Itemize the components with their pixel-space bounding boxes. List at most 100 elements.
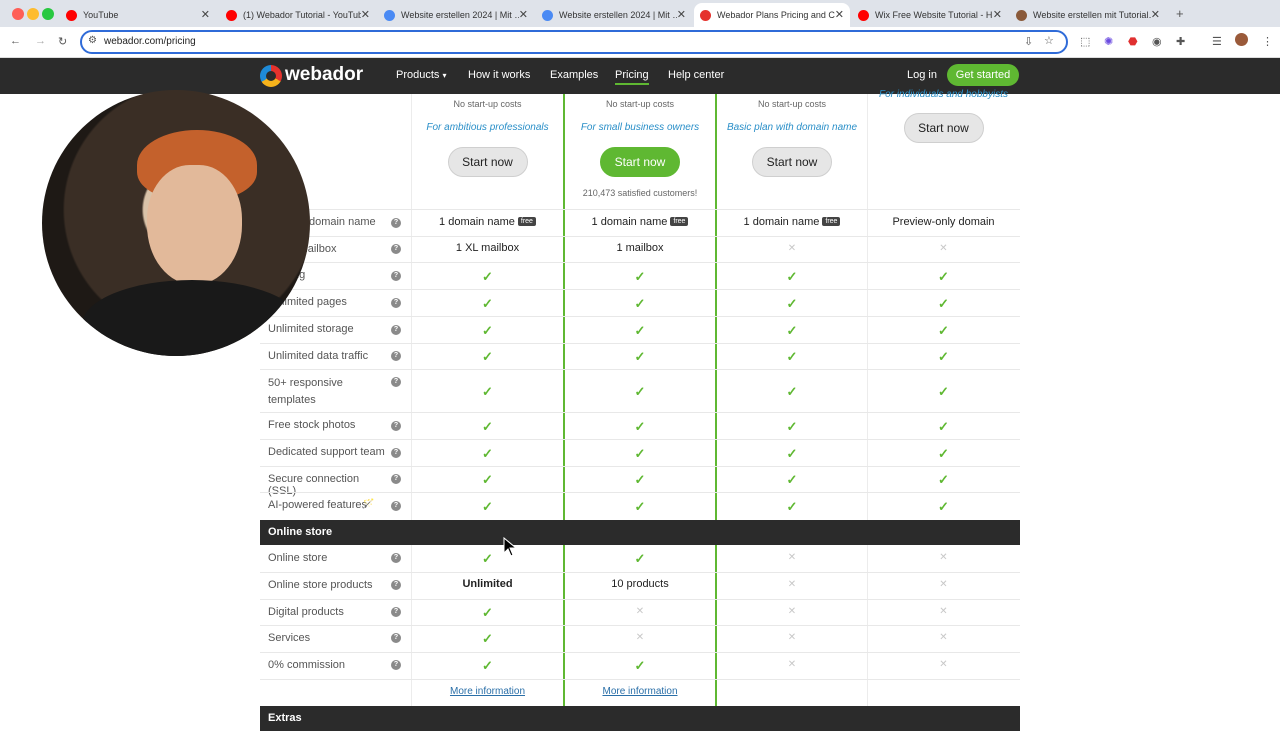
- cross-icon: ✕: [635, 632, 645, 643]
- browser-tab[interactable]: Website erstellen 2024 | Mit … ✕: [536, 3, 692, 27]
- feature-cell: ✕: [868, 658, 1019, 670]
- help-icon[interactable]: ?: [391, 660, 401, 670]
- feature-cell: ✕: [565, 631, 715, 643]
- close-tab-icon[interactable]: ✕: [677, 8, 686, 21]
- row-divider: [260, 236, 1020, 237]
- check-icon: ✓: [786, 268, 798, 284]
- help-icon[interactable]: ?: [391, 500, 401, 511]
- feature-cell: ✓: [565, 446, 715, 462]
- maximize-window-button[interactable]: [42, 8, 54, 20]
- check-icon: ✓: [482, 631, 493, 646]
- cross-icon: ✕: [635, 606, 645, 617]
- feature-cell: 1 XL mailbox: [412, 242, 563, 254]
- help-icon[interactable]: ?: [391, 420, 401, 431]
- install-icon[interactable]: ⇩: [1024, 35, 1033, 48]
- check-icon: ✓: [938, 498, 949, 514]
- address-bar[interactable]: ⚙ webador.com/pricing ⇩ ☆: [80, 30, 1068, 54]
- screenshot-icon[interactable]: ⬚: [1080, 35, 1090, 48]
- extras-section-header: Extras: [260, 706, 1020, 731]
- new-tab-button[interactable]: +: [1176, 6, 1184, 21]
- close-tab-icon[interactable]: ✕: [201, 8, 210, 21]
- nav-how-it-works[interactable]: How it works: [468, 69, 530, 81]
- row-divider: [260, 262, 1020, 263]
- plan-tagline: Basic plan with domain name: [726, 122, 858, 133]
- nav-examples[interactable]: Examples: [550, 69, 598, 81]
- extensions-puzzle-icon[interactable]: ✚: [1176, 35, 1185, 48]
- feature-cell: ✕: [717, 658, 867, 670]
- avatar[interactable]: [1235, 33, 1248, 46]
- feature-cell: ✕: [717, 551, 867, 563]
- more-information-link[interactable]: More information: [412, 686, 563, 697]
- browser-tab[interactable]: Website erstellen 2024 | Mit … ✕: [378, 3, 534, 27]
- minimize-window-button[interactable]: [27, 8, 39, 20]
- row-divider: [260, 466, 1020, 467]
- check-icon: ✓: [634, 498, 646, 514]
- extension-icon[interactable]: ◉: [1152, 35, 1162, 48]
- check-icon: ✓: [634, 349, 646, 364]
- login-link[interactable]: Log in: [907, 69, 937, 81]
- feature-value: Preview-only domain: [892, 215, 995, 228]
- help-icon[interactable]: ?: [391, 474, 401, 484]
- check-icon: ✓: [786, 418, 798, 434]
- check-icon: ✓: [634, 322, 646, 338]
- get-started-button[interactable]: Get started: [947, 64, 1019, 86]
- help-icon[interactable]: ?: [391, 633, 401, 643]
- close-tab-icon[interactable]: ✕: [835, 8, 844, 21]
- adblock-icon[interactable]: ⬣: [1128, 35, 1138, 48]
- help-icon[interactable]: ?: [391, 297, 401, 308]
- more-information-link[interactable]: More information: [565, 686, 715, 697]
- browser-tab[interactable]: YouTube ✕: [60, 3, 216, 27]
- check-icon: ✓: [482, 268, 493, 284]
- brand-name[interactable]: webador: [285, 64, 363, 86]
- forward-icon[interactable]: →: [35, 35, 46, 47]
- plan-note: No start-up costs: [453, 99, 522, 109]
- help-icon[interactable]: ?: [391, 553, 401, 563]
- feature-cell: ✕: [717, 242, 867, 254]
- help-icon[interactable]: ?: [391, 377, 401, 387]
- help-icon[interactable]: ?: [391, 580, 401, 590]
- cross-icon: ✕: [787, 579, 797, 590]
- nav-pricing[interactable]: Pricing: [615, 69, 649, 85]
- feature-cell: ✓: [868, 296, 1019, 312]
- nav-products[interactable]: Products ▾: [396, 69, 447, 81]
- plan-note: No start-up costs: [605, 99, 675, 109]
- start-now-button[interactable]: Start now: [600, 147, 680, 177]
- close-tab-icon[interactable]: ✕: [993, 8, 1002, 21]
- cross-icon: ✕: [939, 659, 948, 670]
- browser-tab[interactable]: Webador Plans Pricing and C… ✕: [694, 3, 850, 27]
- help-icon[interactable]: ?: [391, 270, 401, 281]
- start-now-button[interactable]: Start now: [447, 147, 528, 177]
- media-controls-icon[interactable]: ☰: [1212, 35, 1222, 48]
- close-tab-icon[interactable]: ✕: [519, 8, 528, 21]
- help-icon[interactable]: ?: [391, 324, 401, 335]
- start-now-button[interactable]: Start now: [903, 113, 984, 143]
- help-icon[interactable]: ?: [391, 607, 401, 617]
- tab-favicon-icon: [542, 9, 553, 21]
- help-icon[interactable]: ?: [391, 351, 401, 361]
- menu-icon[interactable]: ⋮: [1262, 35, 1273, 48]
- check-icon: ✓: [786, 295, 798, 311]
- cross-icon: ✕: [939, 579, 948, 590]
- nav-help-center[interactable]: Help center: [668, 69, 724, 81]
- bookmark-star-icon[interactable]: ☆: [1044, 34, 1054, 47]
- extension-icon[interactable]: ✺: [1104, 35, 1113, 48]
- feature-label: 50+ responsive templates: [268, 377, 343, 406]
- browser-tab[interactable]: (1) Webador Tutorial - YouTube ✕: [220, 3, 376, 27]
- help-icon[interactable]: ?: [391, 217, 401, 228]
- reload-icon[interactable]: ↻: [58, 35, 67, 48]
- close-tab-icon[interactable]: ✕: [361, 8, 370, 21]
- close-window-button[interactable]: [12, 8, 24, 20]
- help-icon[interactable]: ?: [391, 244, 401, 254]
- feature-label: Services: [268, 632, 311, 644]
- browser-tab[interactable]: Website erstellen mit Tutorial… ✕: [1010, 3, 1166, 27]
- feature-cell: ✓: [565, 349, 715, 365]
- site-info-icon[interactable]: ⚙: [88, 35, 97, 46]
- start-now-button[interactable]: Start now: [752, 147, 832, 177]
- help-icon[interactable]: ?: [391, 447, 401, 458]
- feature-cell: ✓: [868, 446, 1019, 462]
- browser-tab[interactable]: Wix Free Website Tutorial - H… ✕: [852, 3, 1008, 27]
- row-divider: [260, 572, 1020, 573]
- close-tab-icon[interactable]: ✕: [1151, 8, 1160, 21]
- back-icon[interactable]: ←: [10, 35, 21, 47]
- check-icon: ✓: [786, 383, 798, 399]
